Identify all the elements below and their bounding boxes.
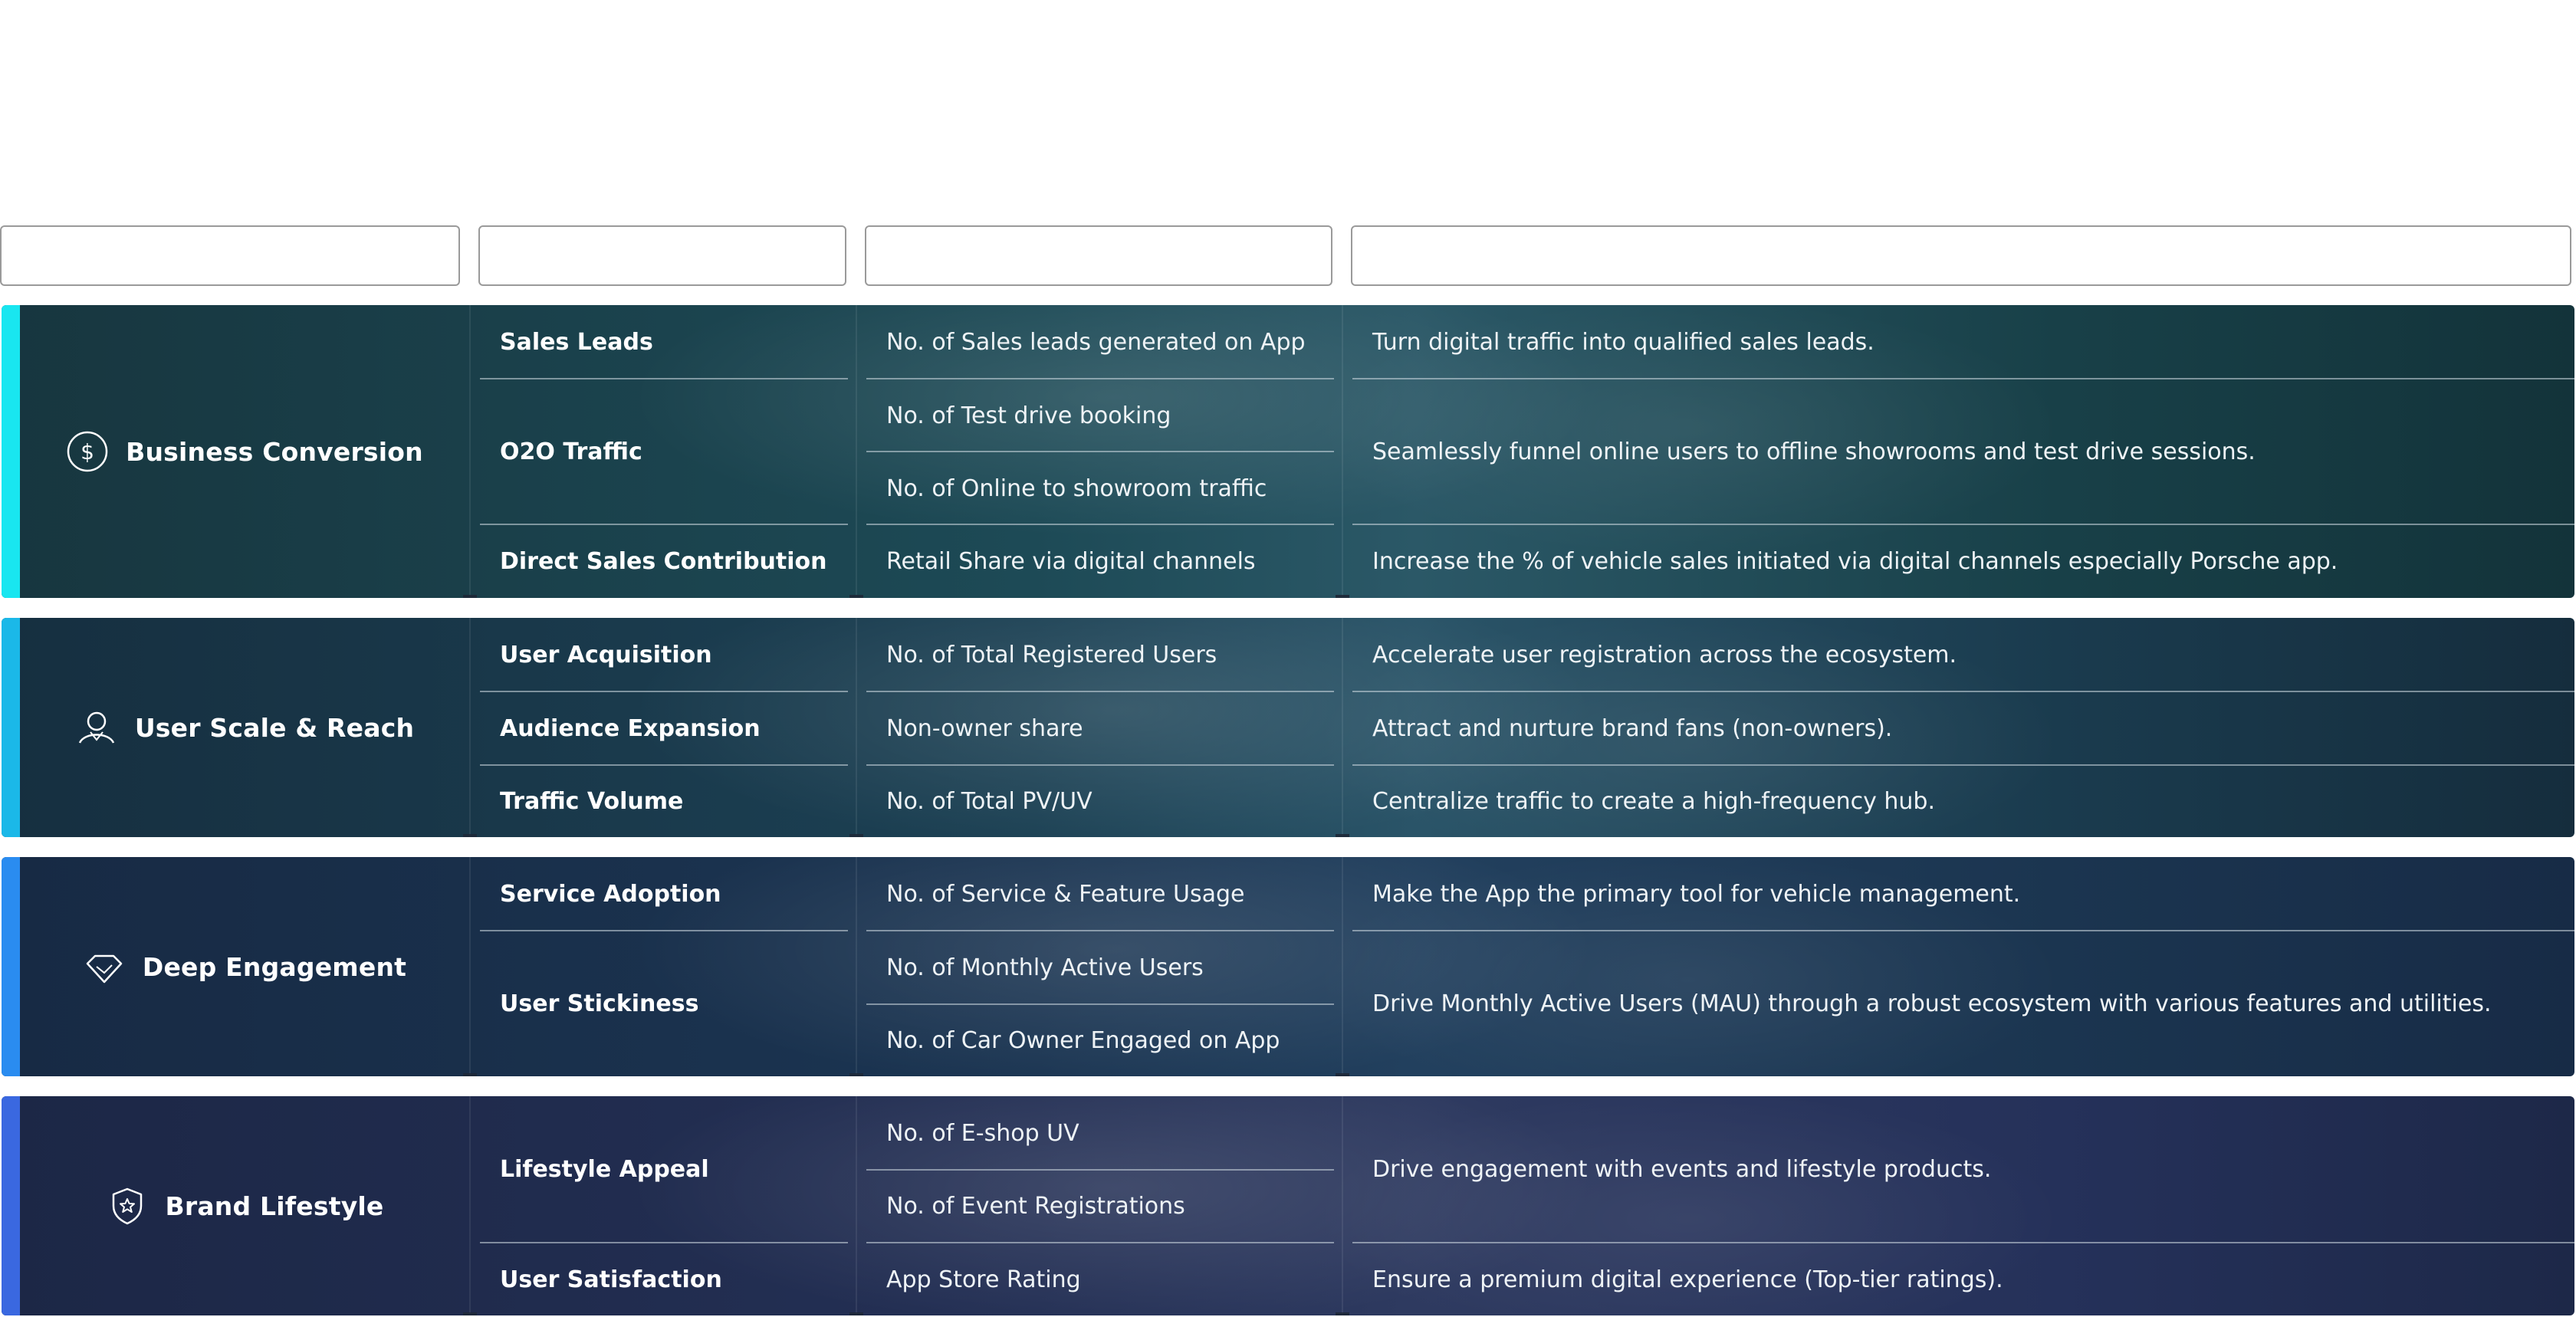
kpi-name: Service Adoption — [500, 880, 721, 908]
section-accent-bar — [2, 305, 20, 598]
category-brand-lifestyle: Brand Lifestyle — [20, 1096, 469, 1315]
section-accent-bar — [2, 1096, 20, 1315]
metric: No. of Total Registered Users — [886, 641, 1217, 668]
metric: No. of Online to showroom traffic — [886, 475, 1267, 502]
category-label: User Scale & Reach — [134, 712, 415, 743]
section-business-conversion: $ Business Conversion Sales Leads O2O Tr… — [2, 305, 2574, 598]
goal: Centralize traffic to create a high-freq… — [1372, 787, 1936, 815]
metric: No. of Sales leads generated on App — [886, 328, 1306, 356]
kpi-name: O2O Traffic — [500, 438, 642, 465]
category-label: Business Conversion — [126, 436, 423, 467]
header-cell-metric — [865, 225, 1332, 286]
svg-text:$: $ — [80, 439, 94, 465]
section-deep-engagement: Deep Engagement Service Adoption User St… — [2, 857, 2574, 1076]
goal: Turn digital traffic into qualified sale… — [1372, 328, 1875, 356]
goal: Drive Monthly Active Users (MAU) through… — [1372, 990, 2492, 1017]
kpi-name: Traffic Volume — [500, 787, 684, 815]
metric: App Store Rating — [886, 1266, 1081, 1293]
goal: Make the App the primary tool for vehicl… — [1372, 880, 2021, 908]
section-accent-bar — [2, 618, 20, 837]
goal: Attract and nurture brand fans (non-owne… — [1372, 714, 1893, 742]
kpi-name: Audience Expansion — [500, 714, 761, 742]
section-accent-bar — [2, 857, 20, 1076]
metric: No. of Service & Feature Usage — [886, 880, 1245, 908]
kpi-name: User Stickiness — [500, 990, 699, 1017]
metric: No. of Car Owner Engaged on App — [886, 1026, 1280, 1054]
user-icon — [75, 706, 118, 749]
section-user-scale-reach: User Scale & Reach User Acquisition Audi… — [2, 618, 2574, 837]
header-cell-category — [0, 225, 460, 286]
kpi-name: Sales Leads — [500, 328, 653, 356]
metric: Non-owner share — [886, 714, 1083, 742]
metric: No. of E-shop UV — [886, 1119, 1079, 1147]
section-brand-lifestyle: Brand Lifestyle Lifestyle Appeal User Sa… — [2, 1096, 2574, 1315]
shield-star-icon — [106, 1184, 149, 1227]
category-deep-engagement: Deep Engagement — [20, 857, 469, 1076]
goal: Increase the % of vehicle sales initiate… — [1372, 547, 2338, 575]
category-business-conversion: $ Business Conversion — [20, 305, 469, 598]
metric: No. of Test drive booking — [886, 402, 1171, 429]
header-cell-goal — [1351, 225, 2571, 286]
metric: No. of Event Registrations — [886, 1192, 1185, 1220]
kpi-name: User Acquisition — [500, 641, 712, 668]
metric: No. of Total PV/UV — [886, 787, 1092, 815]
goal: Drive engagement with events and lifesty… — [1372, 1155, 1992, 1183]
goal: Ensure a premium digital experience (Top… — [1372, 1266, 2003, 1293]
dollar-circle-icon: $ — [66, 430, 109, 473]
category-user-scale-reach: User Scale & Reach — [20, 618, 469, 837]
category-label: Deep Engagement — [142, 951, 407, 982]
goal: Seamlessly funnel online users to offlin… — [1372, 438, 2256, 465]
kpi-name: User Satisfaction — [500, 1266, 722, 1293]
category-label: Brand Lifestyle — [165, 1191, 384, 1221]
kpi-name: Direct Sales Contribution — [500, 547, 827, 575]
goal: Accelerate user registration across the … — [1372, 641, 1957, 668]
metric: No. of Monthly Active Users — [886, 954, 1204, 981]
metric: Retail Share via digital channels — [886, 547, 1256, 575]
diamond-icon — [83, 945, 126, 988]
kpi-name: Lifestyle Appeal — [500, 1155, 709, 1183]
header-cell-kpi — [478, 225, 846, 286]
